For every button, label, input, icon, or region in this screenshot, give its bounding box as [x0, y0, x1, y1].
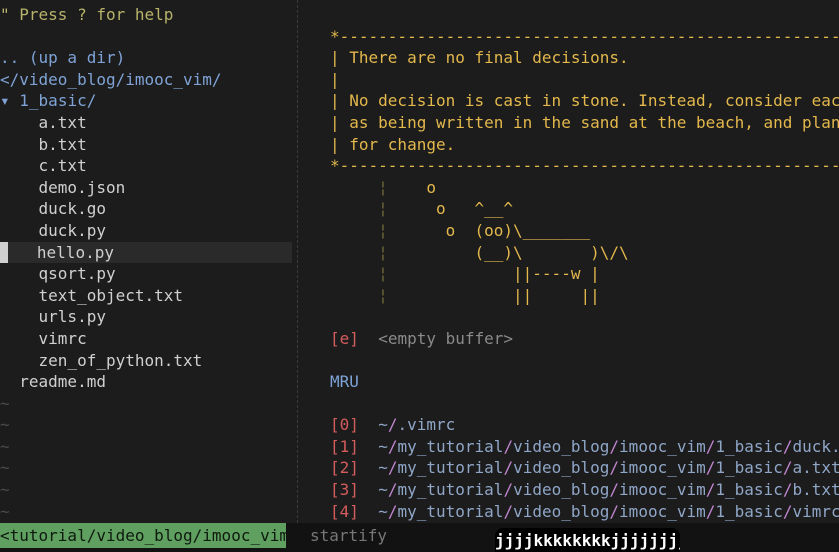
chevron-down-icon: ▾: [0, 91, 10, 111]
file-readme[interactable]: readme.md: [0, 371, 292, 393]
cowsay-art: ¦ o ¦ o ^__^ ¦ o (oo)\_______ ¦ (__)\ )\…: [330, 177, 839, 307]
file-item[interactable]: zen_of_python.txt: [0, 350, 292, 372]
file-item[interactable]: urls.py: [0, 306, 292, 328]
cow-line: ¦ o (oo)\_______: [330, 220, 591, 240]
startify-pane[interactable]: *---------------------------------------…: [330, 4, 839, 522]
file-name: hello.py: [36, 242, 114, 262]
file-name: c.txt: [38, 156, 87, 176]
quote-box: | There are no final decisions. | | No dec…: [330, 47, 839, 155]
file-name: zen_of_python.txt: [38, 350, 203, 370]
mru-index: 4: [339, 501, 350, 521]
file-item[interactable]: text_object.txt: [0, 285, 292, 307]
mru-entry[interactable]: [4] ~/my_tutorial/video_blog/imooc_vim/1…: [330, 501, 839, 523]
cow-line: ¦ || ||: [330, 285, 600, 305]
cursor: [0, 241, 8, 264]
quote-line: | for change.: [330, 134, 456, 154]
statusline-filetype: startify: [310, 526, 388, 545]
mru-header: MRU: [330, 372, 359, 392]
file-item[interactable]: duck.go: [0, 198, 292, 220]
window-split: [297, 0, 299, 523]
mru-index: 3: [339, 480, 350, 500]
mru-path: ~/my_tutorial/video_blog/imooc_vim/1_bas…: [378, 480, 839, 500]
file-item[interactable]: demo.json: [0, 177, 292, 199]
file-name: a.txt: [38, 112, 87, 132]
mru-index: 0: [339, 415, 350, 435]
mru-entry[interactable]: [1] ~/my_tutorial/video_blog/imooc_vim/1…: [330, 436, 839, 458]
mru-path: ~/.vimrc: [378, 415, 456, 435]
quote-line: |: [330, 69, 340, 89]
root-path[interactable]: </video_blog/imooc_vim/: [0, 69, 292, 91]
file-item[interactable]: hello.py: [0, 241, 292, 264]
quote-border-bottom: *---------------------------------------…: [330, 156, 839, 176]
mru-path: ~/my_tutorial/video_blog/imooc_vim/1_bas…: [378, 501, 839, 521]
cow-line: ¦ ||----w |: [330, 264, 600, 284]
file-item[interactable]: qsort.py: [0, 263, 292, 285]
mru-entry[interactable]: [0] ~/.vimrc: [330, 414, 839, 436]
file-name: readme.md: [19, 372, 106, 392]
quote-line: | No decision is cast in stone. Instead,…: [330, 91, 839, 111]
mru-entry[interactable]: [3] ~/my_tutorial/video_blog/imooc_vim/1…: [330, 479, 839, 501]
keystroke-overlay: jjjjkkkkkkkkjjjjjjjj: [495, 528, 680, 552]
tilde-marker: ~: [0, 458, 10, 478]
tilde-marker: ~: [0, 501, 10, 521]
cow-line: ¦ (__)\ )\/\: [330, 242, 629, 262]
file-item[interactable]: a.txt: [0, 112, 292, 134]
empty-buffer-entry[interactable]: [e] <empty buffer>: [330, 328, 839, 350]
tilde-marker: ~: [0, 480, 10, 500]
file-name: vimrc: [38, 328, 87, 348]
tilde-marker: ~: [0, 393, 10, 413]
file-name: urls.py: [38, 307, 106, 327]
mru-index: 1: [339, 436, 350, 456]
tilde-marker: ~: [0, 436, 10, 456]
up-dir-link[interactable]: .. (up a dir): [0, 47, 292, 69]
folder-1-basic[interactable]: ▾ 1_basic/: [0, 90, 292, 112]
quote-line: | as being written in the sand at the be…: [330, 112, 839, 132]
file-name: b.txt: [38, 134, 87, 154]
empty-key: e: [339, 328, 350, 348]
cow-line: ¦ o ^__^: [330, 199, 514, 219]
cow-line: ¦ o: [330, 177, 436, 197]
mru-index: 2: [339, 458, 350, 478]
file-item[interactable]: c.txt: [0, 155, 292, 177]
file-item[interactable]: b.txt: [0, 134, 292, 156]
file-name: duck.go: [38, 199, 106, 219]
file-name: demo.json: [38, 177, 126, 197]
statusline-path: <tutorial/video_blog/imooc_vim: [0, 523, 286, 548]
file-name: duck.py: [38, 220, 106, 240]
empty-label: <empty buffer>: [378, 328, 514, 348]
file-name: text_object.txt: [38, 285, 184, 305]
file-item[interactable]: duck.py: [0, 220, 292, 242]
file-item[interactable]: vimrc: [0, 328, 292, 350]
mru-path: ~/my_tutorial/video_blog/imooc_vim/1_bas…: [378, 458, 839, 478]
folder-name: 1_basic/: [19, 91, 97, 111]
file-name: qsort.py: [38, 264, 116, 284]
mru-path: ~/my_tutorial/video_blog/imooc_vim/1_bas…: [378, 436, 839, 456]
tilde-marker: ~: [0, 415, 10, 435]
help-hint: " Press ? for help: [0, 5, 174, 24]
quote-border-top: *---------------------------------------…: [330, 26, 839, 46]
statusline: <tutorial/video_blog/imooc_vim startify: [0, 523, 839, 552]
nerdtree-pane[interactable]: " Press ? for help .. (up a dir) </video…: [0, 4, 292, 522]
mru-entry[interactable]: [2] ~/my_tutorial/video_blog/imooc_vim/1…: [330, 457, 839, 479]
quote-line: | There are no final decisions.: [330, 48, 629, 68]
